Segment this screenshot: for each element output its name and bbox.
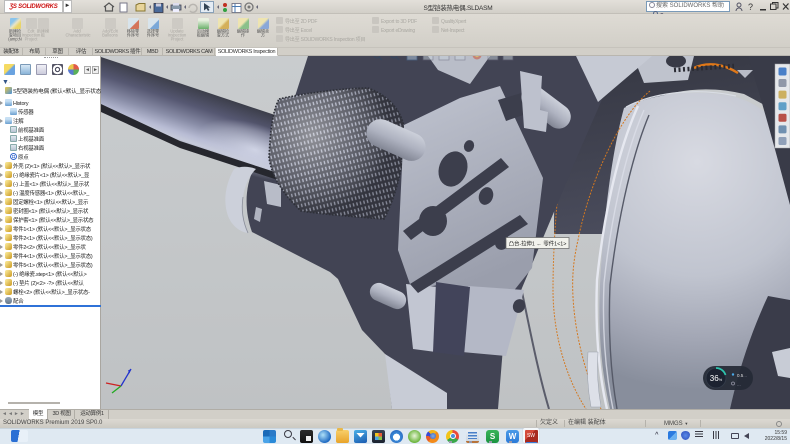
svg-text:凸台-拉伸1 ← 零件1<1>: 凸台-拉伸1 ← 零件1<1> [509, 240, 567, 248]
svg-text:...: ... [737, 382, 741, 387]
svg-text:0.5...: 0.5... [737, 373, 747, 378]
svg-text:?: ? [748, 2, 753, 12]
